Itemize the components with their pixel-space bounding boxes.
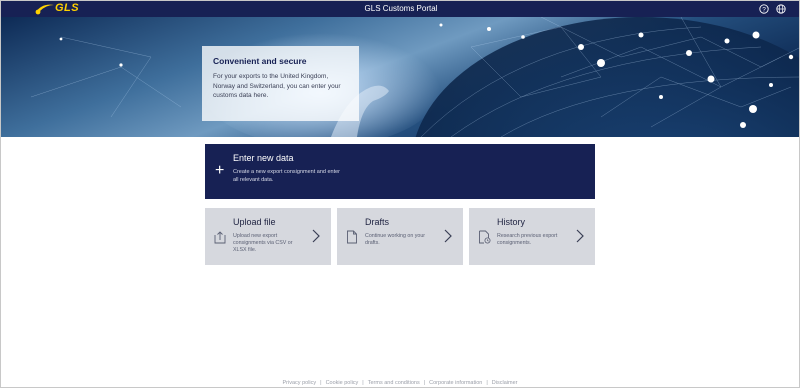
tile-description: Continue working on your drafts. bbox=[365, 233, 426, 246]
footer-link-terms[interactable]: Terms and conditions bbox=[368, 380, 420, 386]
svg-text:?: ? bbox=[762, 6, 766, 13]
tile-title: History bbox=[497, 217, 526, 227]
tile-title: Enter new data bbox=[233, 153, 294, 163]
chevron-right-icon bbox=[576, 229, 584, 243]
footer-links: Privacy policy | Cookie policy | Terms and c… bbox=[282, 380, 518, 386]
app-title: GLS Customs Portal bbox=[364, 4, 438, 13]
upload-file-tile[interactable]: Upload file Upload new export consignmen… bbox=[205, 208, 331, 265]
enter-new-data-tile[interactable]: + Enter new data Create a new export con… bbox=[205, 144, 786, 199]
hero-banner: Convenient and secure For your exports t… bbox=[1, 17, 799, 137]
hero-network-globe-image bbox=[1, 17, 799, 137]
footer-link-disclaimer[interactable]: Disclaimer bbox=[492, 380, 518, 386]
hero-title: Convenient and secure bbox=[213, 56, 307, 66]
document-icon bbox=[347, 230, 357, 244]
upload-file-icon bbox=[214, 231, 226, 244]
top-bar: GLS GLS Customs Portal ? bbox=[1, 1, 799, 17]
hero-text: For your exports to the United Kingdom, … bbox=[213, 73, 341, 99]
page-frame: GLS GLS Customs Portal ? Convenient and … bbox=[0, 0, 800, 388]
tile-title: Drafts bbox=[365, 217, 390, 227]
tile-description: Research previous export consignments. bbox=[497, 233, 558, 246]
tile-description: Create a new export consignment and ente… bbox=[233, 169, 341, 183]
hero-info-card: Convenient and secure For your exports t… bbox=[202, 46, 359, 121]
chevron-right-icon bbox=[312, 229, 320, 243]
tile-title: Upload file bbox=[233, 217, 276, 227]
footer-link-cookie[interactable]: Cookie policy bbox=[326, 380, 359, 386]
plus-icon: + bbox=[215, 162, 225, 179]
history-tile[interactable]: History Research previous export consign… bbox=[469, 208, 595, 265]
chevron-right-icon bbox=[778, 164, 786, 178]
footer-link-corporate[interactable]: Corporate information bbox=[429, 380, 482, 386]
footer-link-privacy[interactable]: Privacy policy bbox=[283, 380, 317, 386]
help-icon[interactable]: ? bbox=[759, 4, 769, 14]
history-document-icon bbox=[479, 230, 491, 244]
tile-description: Upload new export consignments via CSV o… bbox=[233, 233, 293, 253]
language-globe-icon[interactable] bbox=[776, 4, 786, 14]
drafts-tile[interactable]: Drafts Continue working on your drafts. bbox=[337, 208, 463, 265]
chevron-right-icon bbox=[444, 229, 452, 243]
